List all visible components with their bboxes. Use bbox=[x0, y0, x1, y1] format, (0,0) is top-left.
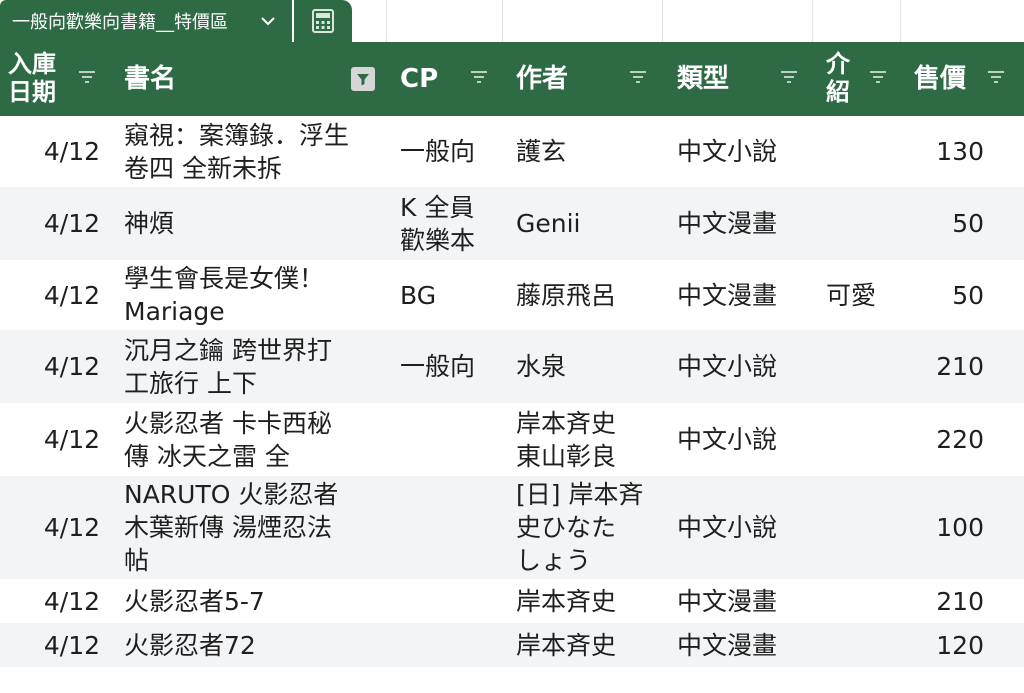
sheet-tab-active[interactable]: 一般向歡樂向書籍__特價區 bbox=[0, 0, 292, 42]
cell-type[interactable]: 中文漫畫 bbox=[677, 629, 807, 662]
grid-line bbox=[900, 0, 901, 42]
cell-author[interactable]: [日] 岸本斉 史ひなた しょう bbox=[516, 478, 661, 577]
cell-price[interactable]: 220 bbox=[905, 423, 984, 456]
filter-icon[interactable] bbox=[629, 70, 647, 84]
calculator-tab[interactable] bbox=[294, 0, 352, 42]
filter-active-icon[interactable] bbox=[351, 67, 375, 91]
cell-author[interactable]: 水泉 bbox=[516, 350, 661, 383]
cell-author[interactable]: Genii bbox=[516, 207, 661, 240]
grid-line bbox=[812, 0, 813, 42]
sheet-tab-label: 一般向歡樂向書籍__特價區 bbox=[12, 12, 228, 33]
table-row[interactable]: 4/12 火影忍者72 岸本斉史 中文漫畫 120 bbox=[0, 623, 1024, 667]
cell-title[interactable]: 火影忍者 卡卡西秘 傳 冰天之雷 全 bbox=[124, 407, 384, 473]
cell-author[interactable]: 藤原飛呂 bbox=[516, 279, 661, 312]
cell-type[interactable]: 中文小說 bbox=[677, 511, 807, 544]
filter-icon[interactable] bbox=[780, 70, 798, 84]
column-header-label: 類型 bbox=[677, 64, 730, 94]
cell-price[interactable]: 210 bbox=[905, 585, 984, 618]
grid-line bbox=[502, 0, 503, 42]
cell-title[interactable]: NARUTO 火影忍者 木葉新傳 湯煙忍法 帖 bbox=[124, 478, 384, 577]
cell-type[interactable]: 中文小說 bbox=[677, 423, 807, 456]
cell-date[interactable]: 4/12 bbox=[20, 350, 100, 383]
column-header-author[interactable]: 作者 bbox=[505, 42, 665, 116]
cell-price[interactable]: 210 bbox=[905, 350, 984, 383]
cell-type[interactable]: 中文小說 bbox=[677, 135, 807, 168]
cell-title[interactable]: 沉月之鑰 跨世界打 工旅行 上下 bbox=[124, 334, 384, 400]
cell-price[interactable]: 50 bbox=[905, 279, 984, 312]
cell-price[interactable]: 100 bbox=[905, 511, 984, 544]
cell-title[interactable]: 火影忍者72 bbox=[124, 629, 384, 662]
cell-cp[interactable]: BG bbox=[400, 279, 500, 312]
cell-title[interactable]: 神煩 bbox=[124, 207, 384, 240]
table-row[interactable]: 4/12 學生會長是女僕！ Mariage BG 藤原飛呂 中文漫畫 可愛 50 bbox=[0, 260, 1024, 330]
cell-date[interactable]: 4/12 bbox=[20, 207, 100, 240]
table-row[interactable]: 4/12 沉月之鑰 跨世界打 工旅行 上下 一般向 水泉 中文小說 210 bbox=[0, 330, 1024, 403]
column-header-title[interactable]: 書名 bbox=[110, 42, 390, 116]
cell-date[interactable]: 4/12 bbox=[20, 423, 100, 456]
cell-type[interactable]: 中文漫畫 bbox=[677, 585, 807, 618]
column-header-label: 售價 bbox=[914, 64, 967, 94]
cell-title[interactable]: 火影忍者5-7 bbox=[124, 585, 384, 618]
cell-cp[interactable]: K 全員 歡樂本 bbox=[400, 191, 500, 257]
cell-author[interactable]: 岸本斉史 bbox=[516, 585, 661, 618]
table-header: 入庫 日期 書名 CP 作者 類型 介 紹 售價 bbox=[0, 42, 1024, 116]
column-header-date[interactable]: 入庫 日期 bbox=[0, 42, 110, 116]
filter-icon[interactable] bbox=[869, 70, 887, 84]
cell-cp[interactable]: 一般向 bbox=[400, 135, 500, 168]
table-row[interactable]: 4/12 神煩 K 全員 歡樂本 Genii 中文漫畫 50 bbox=[0, 187, 1024, 260]
grid-line bbox=[386, 0, 387, 42]
column-header-price[interactable]: 售價 bbox=[905, 42, 1024, 116]
cell-type[interactable]: 中文漫畫 bbox=[677, 279, 807, 312]
column-header-label: 書名 bbox=[124, 64, 177, 94]
grid-line bbox=[662, 0, 663, 42]
cell-title[interactable]: 學生會長是女僕！ Mariage bbox=[124, 262, 384, 328]
filter-icon[interactable] bbox=[987, 70, 1005, 84]
cell-price[interactable]: 50 bbox=[905, 207, 984, 240]
cell-date[interactable]: 4/12 bbox=[20, 629, 100, 662]
cell-price[interactable]: 120 bbox=[905, 629, 984, 662]
cell-intro[interactable]: 可愛 bbox=[826, 279, 901, 312]
cell-date[interactable]: 4/12 bbox=[20, 511, 100, 544]
table-row[interactable]: 4/12 火影忍者5-7 岸本斉史 中文漫畫 210 bbox=[0, 579, 1024, 623]
column-header-intro[interactable]: 介 紹 bbox=[815, 42, 905, 116]
table-row[interactable]: 4/12 火影忍者 卡卡西秘 傳 冰天之雷 全 岸本斉史 東山彰良 中文小說 220 bbox=[0, 403, 1024, 476]
column-header-label: CP bbox=[400, 64, 439, 94]
column-header-type[interactable]: 類型 bbox=[665, 42, 815, 116]
cell-author[interactable]: 護玄 bbox=[516, 135, 661, 168]
cell-title[interactable]: 窺視：案簿錄．浮生 卷四 全新未拆 bbox=[124, 119, 384, 185]
cell-cp[interactable]: 一般向 bbox=[400, 350, 500, 383]
cell-type[interactable]: 中文小說 bbox=[677, 350, 807, 383]
cell-author[interactable]: 岸本斉史 bbox=[516, 629, 661, 662]
cell-date[interactable]: 4/12 bbox=[20, 135, 100, 168]
cell-price[interactable]: 130 bbox=[905, 135, 984, 168]
column-header-cp[interactable]: CP bbox=[390, 42, 505, 116]
column-header-label: 入庫 日期 bbox=[8, 50, 56, 106]
cell-type[interactable]: 中文漫畫 bbox=[677, 207, 807, 240]
chevron-down-icon[interactable] bbox=[258, 11, 278, 31]
column-header-label: 介 紹 bbox=[826, 50, 850, 106]
column-header-label: 作者 bbox=[516, 64, 569, 94]
filter-icon[interactable] bbox=[78, 70, 96, 84]
cell-date[interactable]: 4/12 bbox=[20, 585, 100, 618]
filter-icon[interactable] bbox=[470, 70, 488, 84]
table-row[interactable]: 4/12 窺視：案簿錄．浮生 卷四 全新未拆 一般向 護玄 中文小說 130 bbox=[0, 116, 1024, 187]
calculator-icon bbox=[312, 9, 334, 33]
cell-date[interactable]: 4/12 bbox=[20, 279, 100, 312]
table-row[interactable]: 4/12 NARUTO 火影忍者 木葉新傳 湯煙忍法 帖 [日] 岸本斉 史ひなた … bbox=[0, 476, 1024, 579]
cell-author[interactable]: 岸本斉史 東山彰良 bbox=[516, 407, 661, 473]
